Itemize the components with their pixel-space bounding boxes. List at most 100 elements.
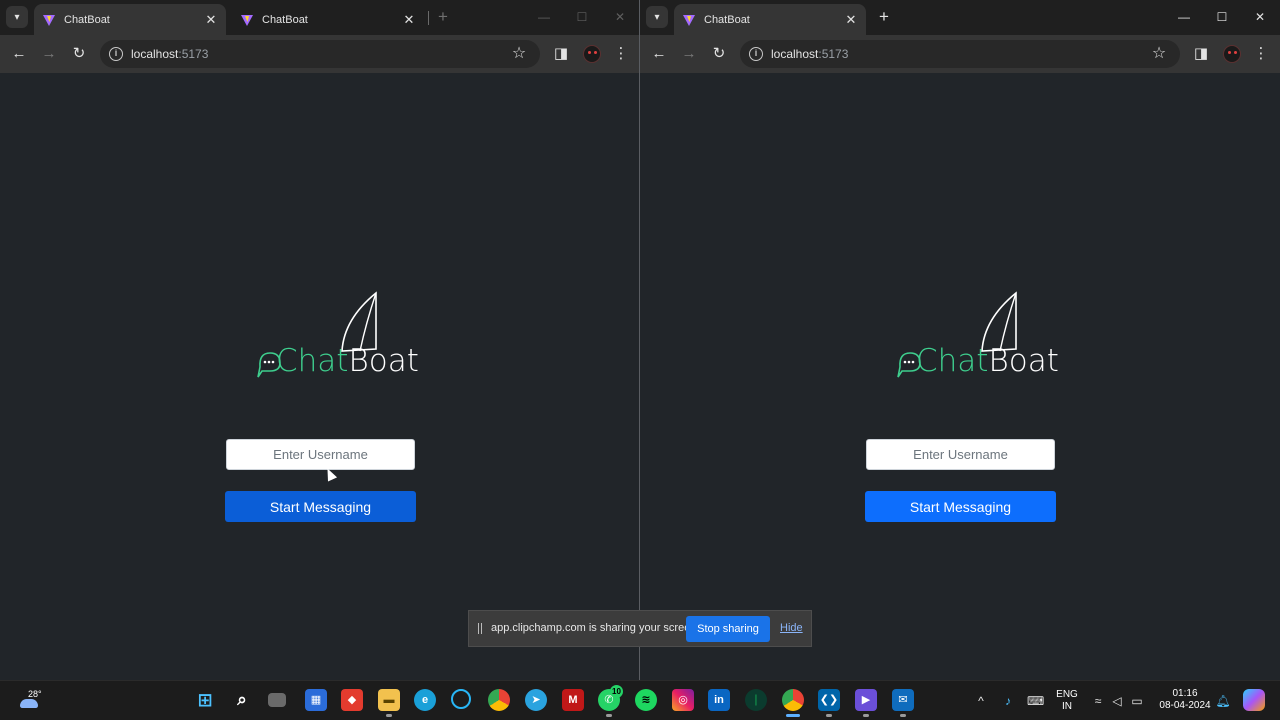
url-text: localhost:5173	[771, 47, 849, 61]
maximize-button[interactable]: ☐	[1208, 6, 1236, 28]
page-content: ChatBoat Start Messaging	[0, 73, 639, 680]
tab-title: ChatBoat	[262, 13, 308, 26]
drag-handle-icon[interactable]	[478, 623, 482, 634]
chevron-down-icon: ▾	[654, 11, 660, 23]
close-icon[interactable]: ✕	[402, 12, 416, 28]
screen-share-bar: app.clipchamp.com is sharing your screen…	[468, 610, 812, 647]
bookmark-star-icon[interactable]: ☆	[509, 44, 529, 64]
mongodb-compass-icon[interactable]: ❘	[745, 689, 767, 711]
telegram-icon[interactable]: ➤	[525, 689, 547, 711]
battery-icon[interactable]: ▭	[1129, 693, 1145, 709]
tab-chatboat-2[interactable]: ChatBoat ✕	[232, 4, 424, 35]
search-icon[interactable]: ⌕	[231, 689, 253, 711]
chrome-icon[interactable]	[488, 689, 510, 711]
stop-sharing-button[interactable]: Stop sharing	[686, 616, 770, 642]
reload-icon[interactable]: ↻	[708, 43, 730, 65]
site-info-icon[interactable]: i	[749, 47, 763, 61]
clipchamp-icon[interactable]: ▶	[855, 689, 877, 711]
site-info-icon[interactable]: i	[109, 47, 123, 61]
forward-arrow-icon[interactable]: →	[678, 43, 700, 65]
browser-toolbar: ← → ↻ i localhost:5173 ☆ ◨ ⋮	[640, 35, 1280, 73]
running-indicator	[900, 714, 906, 717]
new-tab-button[interactable]: +	[875, 8, 893, 26]
vite-favicon-icon	[241, 14, 253, 26]
notification-bell-icon[interactable]: 🔔︎	[1215, 693, 1231, 709]
tab-title: ChatBoat	[704, 13, 750, 26]
chatboat-logo: ChatBoat	[896, 291, 1059, 381]
new-tab-button[interactable]: +	[434, 8, 452, 26]
close-window-button[interactable]: ✕	[1246, 6, 1274, 28]
tab-title: ChatBoat	[64, 13, 110, 26]
page-content: ChatBoat Start Messaging	[640, 73, 1280, 680]
tab-strip: ▾ ChatBoat ✕ ChatBoat ✕ + — ☐ ✕	[0, 0, 639, 35]
hide-link[interactable]: Hide	[780, 622, 803, 634]
profile-avatar[interactable]	[583, 45, 601, 63]
running-indicator	[606, 714, 612, 717]
linkedin-icon[interactable]: in	[708, 689, 730, 711]
back-arrow-icon[interactable]: ←	[648, 43, 670, 65]
task-view-icon[interactable]	[268, 693, 286, 707]
edge-icon[interactable]: e	[414, 689, 436, 711]
side-panel-icon[interactable]: ◨	[1190, 43, 1212, 65]
maximize-button[interactable]: ☐	[568, 6, 596, 28]
tab-search-button[interactable]: ▾	[6, 6, 28, 28]
vite-favicon-icon	[43, 14, 55, 26]
address-bar[interactable]: i localhost:5173 ☆	[100, 40, 540, 68]
address-bar[interactable]: i localhost:5173 ☆	[740, 40, 1180, 68]
wifi-icon[interactable]: ≈	[1090, 693, 1106, 709]
profile-avatar[interactable]	[1223, 45, 1241, 63]
chevron-down-icon: ▾	[14, 11, 20, 23]
side-panel-icon[interactable]: ◨	[550, 43, 572, 65]
microsoft-store-icon[interactable]: ▦	[305, 689, 327, 711]
spotify-icon[interactable]: ≋	[635, 689, 657, 711]
running-indicator	[863, 714, 869, 717]
language-indicator[interactable]: ENG IN	[1053, 689, 1081, 713]
tab-search-button[interactable]: ▾	[646, 6, 668, 28]
close-window-button[interactable]: ✕	[606, 6, 634, 28]
close-icon[interactable]: ✕	[204, 12, 218, 28]
username-input[interactable]	[226, 439, 415, 470]
chrome-active-icon[interactable]	[782, 689, 804, 711]
tab-chatboat[interactable]: ChatBoat ✕	[674, 4, 866, 35]
reload-icon[interactable]: ↻	[68, 43, 90, 65]
tab-separator	[428, 11, 429, 25]
share-message: app.clipchamp.com is sharing your screen…	[491, 622, 700, 634]
desktop-screen: ▾ ChatBoat ✕ ChatBoat ✕ + — ☐ ✕ ← → ↻ i	[0, 0, 1280, 720]
username-input[interactable]	[866, 439, 1055, 470]
clock[interactable]: 01:16 08-04-2024	[1155, 688, 1215, 712]
volume-icon[interactable]: ◁	[1109, 693, 1125, 709]
whatsapp-badge: 10	[610, 685, 623, 698]
url-text: localhost:5173	[131, 47, 209, 61]
close-icon[interactable]: ✕	[844, 12, 858, 28]
tab-chatboat-1[interactable]: ChatBoat ✕	[34, 4, 226, 35]
bookmark-star-icon[interactable]: ☆	[1149, 44, 1169, 64]
copilot-icon[interactable]	[1243, 689, 1265, 711]
start-messaging-button[interactable]: Start Messaging	[865, 491, 1056, 522]
mail-icon[interactable]: ✉	[892, 689, 914, 711]
windows-start-icon[interactable]: ⊞	[194, 689, 216, 711]
mcafee-icon[interactable]: M	[562, 689, 584, 711]
cloud-icon	[20, 699, 38, 708]
anydesk-icon[interactable]: ◆	[341, 689, 363, 711]
minimize-button[interactable]: —	[1170, 6, 1198, 28]
running-indicator	[826, 714, 832, 717]
weather-widget[interactable]: 28°	[14, 686, 44, 716]
menu-kebab-icon[interactable]: ⋮	[610, 43, 632, 65]
instagram-icon[interactable]: ◎	[672, 689, 694, 711]
logo-wordmark: ChatBoat	[916, 343, 1059, 379]
minimize-button[interactable]: —	[530, 6, 558, 28]
keyboard-icon[interactable]: ⌨	[1027, 693, 1044, 709]
running-indicator	[386, 714, 392, 717]
alexa-icon[interactable]	[451, 689, 471, 709]
weather-temp: 28°	[28, 689, 42, 699]
start-messaging-button[interactable]: Start Messaging	[225, 491, 416, 522]
vscode-icon[interactable]: ❮❯	[818, 689, 840, 711]
menu-kebab-icon[interactable]: ⋮	[1250, 43, 1272, 65]
forward-arrow-icon[interactable]: →	[38, 43, 60, 65]
file-explorer-icon[interactable]: ▬	[378, 689, 400, 711]
chevron-up-icon[interactable]: ^	[973, 693, 989, 709]
active-indicator	[786, 714, 800, 717]
back-arrow-icon[interactable]: ←	[8, 43, 30, 65]
microphone-icon[interactable]: ♪	[1000, 693, 1016, 709]
browser-window-right: ▾ ChatBoat ✕ + — ☐ ✕ ← → ↻ i localhost:5…	[640, 0, 1280, 680]
